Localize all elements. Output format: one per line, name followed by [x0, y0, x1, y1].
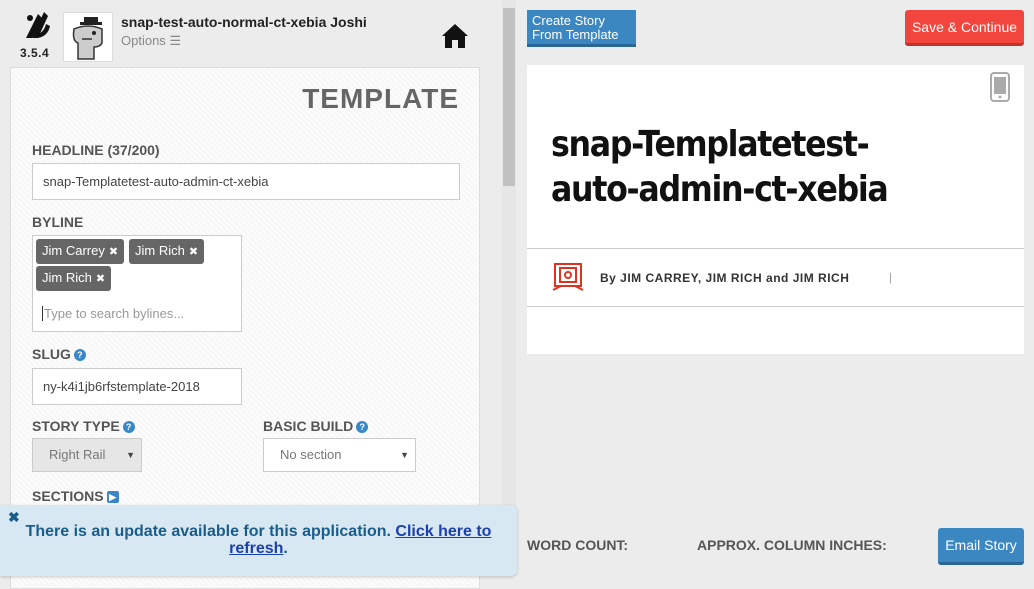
byline-search-input[interactable]: Type to search bylines... [42, 306, 184, 321]
update-banner: ✖ There is an update available for this … [0, 505, 517, 576]
panel-title: TEMPLATE [302, 83, 459, 114]
save-continue-button[interactable]: Save & Continue [905, 10, 1024, 46]
scrollbar-thumb[interactable] [503, 8, 515, 186]
divider [527, 248, 1024, 249]
preview-headline: snap-Templatetest-auto-admin-ct-xebia [551, 124, 889, 210]
byline-chip[interactable]: Jim Carrey ✖ [36, 239, 125, 264]
basic-build-label: BASIC BUILD? [263, 418, 369, 434]
email-story-button[interactable]: Email Story [938, 528, 1024, 565]
app-version: 3.5.4 [20, 46, 50, 60]
column-inches-label: APPROX. COLUMN INCHES: [697, 537, 887, 553]
username: snap-test-auto-normal-ct-xebia Joshi [121, 14, 367, 30]
remove-icon[interactable]: ✖ [96, 273, 105, 285]
basic-build-select[interactable]: No section ▼ [263, 438, 416, 472]
preview-byline: By JIM CARREY, JIM RICH and JIM RICH [600, 271, 850, 285]
create-story-from-template-button[interactable]: Create Story From Template [527, 10, 636, 47]
sections-label: SECTIONS ▶ [32, 488, 119, 504]
chevron-down-icon: ▼ [126, 450, 135, 460]
mobile-preview-icon[interactable] [990, 72, 1010, 102]
brand-logo-icon [551, 262, 585, 294]
options-menu[interactable]: Options ☰ [121, 33, 181, 49]
byline-chip[interactable]: Jim Rich ✖ [36, 266, 112, 291]
help-icon[interactable]: ? [73, 349, 86, 362]
avatar[interactable] [63, 12, 113, 62]
slug-input[interactable]: ny-k4i1jb6rfstemplate-2018 [32, 368, 242, 405]
play-icon[interactable]: ▶ [106, 491, 119, 504]
slug-label: SLUG? [32, 346, 86, 362]
story-type-label: STORY TYPE? [32, 418, 135, 434]
byline-separator: | [889, 272, 892, 284]
story-type-select[interactable]: Right Rail ▼ [32, 438, 142, 472]
help-icon[interactable]: ? [122, 421, 135, 434]
headline-input[interactable]: snap-Templatetest-auto-admin-ct-xebia [32, 163, 460, 200]
chevron-down-icon: ▼ [400, 450, 409, 460]
headline-label: HEADLINE (37/200) [32, 142, 160, 158]
byline-field[interactable]: Jim Carrey ✖ Jim Rich ✖ Jim Rich ✖ Type to … [32, 235, 242, 332]
remove-icon[interactable]: ✖ [109, 246, 118, 258]
help-icon[interactable]: ? [356, 421, 369, 434]
word-count-label: WORD COUNT: [527, 537, 629, 553]
update-message: There is an update available for this ap… [25, 523, 492, 557]
remove-icon[interactable]: ✖ [189, 246, 198, 258]
divider [527, 306, 1024, 307]
byline-chip[interactable]: Jim Rich ✖ [129, 239, 205, 264]
home-icon[interactable] [440, 22, 470, 50]
byline-label: BYLINE [32, 214, 84, 230]
